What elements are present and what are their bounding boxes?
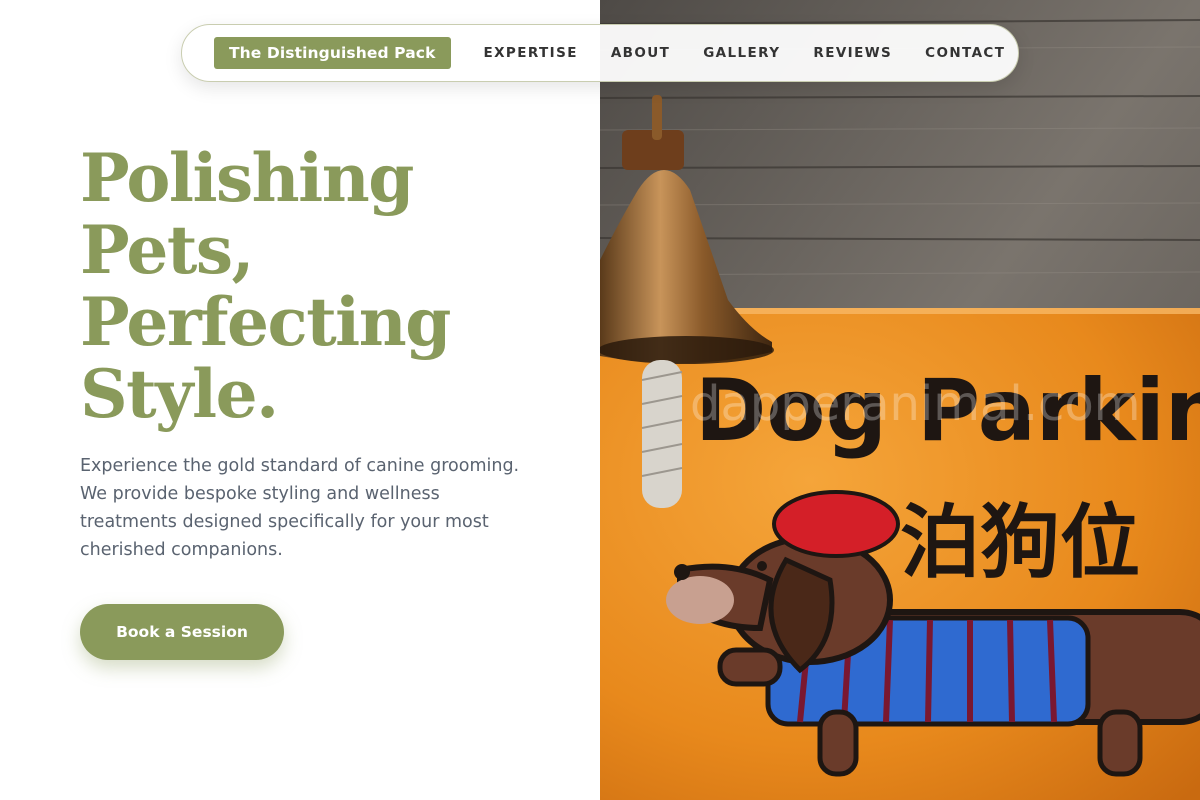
watermark: dapperanimal.com [690, 376, 1141, 432]
nav-link-expertise[interactable]: EXPERTISE [484, 45, 578, 61]
hero-title-line: Style. [80, 355, 279, 433]
top-navigation: The Distinguished Pack EXPERTISE ABOUT G… [181, 24, 1019, 82]
book-session-button[interactable]: Book a Session [80, 604, 284, 660]
nav-link-about[interactable]: ABOUT [611, 45, 670, 61]
hero-title-line: Pets, [80, 211, 254, 289]
nav-link-reviews[interactable]: REVIEWS [813, 45, 892, 61]
nav-links: EXPERTISE ABOUT GALLERY REVIEWS CONTACT [484, 45, 1039, 61]
brand-logo[interactable]: The Distinguished Pack [214, 37, 451, 69]
hero-description: Experience the gold standard of canine g… [80, 456, 520, 560]
hero-title-line: Polishing [80, 139, 414, 217]
nav-link-gallery[interactable]: GALLERY [703, 45, 780, 61]
sign-text-chinese: 泊狗位 [900, 496, 1140, 589]
nav-link-contact[interactable]: CONTACT [925, 45, 1005, 61]
hero-title: Polishing Pets, Perfecting Style. [80, 142, 580, 430]
hero-title-line: Perfecting [80, 283, 451, 361]
hero-photo: Dog Parking 泊狗位 [600, 0, 1200, 800]
